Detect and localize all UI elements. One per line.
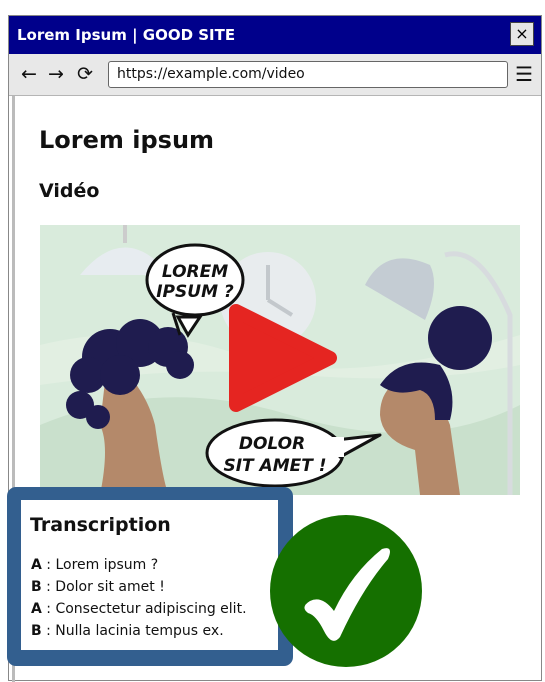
speaker-separator: :: [41, 579, 56, 595]
page-title: Lorem ipsum: [39, 126, 215, 154]
menu-button[interactable]: ☰: [515, 62, 533, 86]
transcription-line: A : Lorem ipsum ?: [31, 554, 247, 576]
reload-button[interactable]: ⟳: [77, 63, 93, 85]
back-button[interactable]: ←: [21, 63, 37, 85]
speaker-separator: :: [41, 601, 56, 617]
video-player[interactable]: LOREM IPSUM ? DOLOR SIT AMET !: [40, 225, 520, 495]
transcription-line: B : Nulla lacinia tempus ex.: [31, 620, 247, 642]
speaker-label: A: [31, 557, 42, 573]
transcription-box: Transcription A : Lorem ipsum ? B : Dolo…: [21, 500, 278, 650]
transcription-line: A : Consectetur adipiscing elit.: [31, 598, 247, 620]
video-thumbnail: LOREM IPSUM ? DOLOR SIT AMET !: [40, 225, 520, 495]
close-button[interactable]: ×: [510, 22, 534, 46]
speech-bubble-1-line-1: LOREM: [162, 262, 228, 282]
speaker-label: B: [31, 579, 42, 595]
section-title: Vidéo: [39, 180, 100, 202]
window-titlebar: Lorem Ipsum | GOOD SITE ×: [9, 16, 541, 54]
window-title: Lorem Ipsum | GOOD SITE: [17, 26, 236, 44]
transcription-panel: Transcription A : Lorem ipsum ? B : Dolo…: [7, 487, 293, 666]
speech-bubble-2-line-1: DOLOR: [239, 434, 305, 454]
speaker-label: A: [31, 601, 42, 617]
transcription-line: B : Dolor sit amet !: [31, 576, 247, 598]
address-bar[interactable]: https://example.com/video: [108, 61, 508, 88]
transcription-list: A : Lorem ipsum ? B : Dolor sit amet ! A…: [31, 554, 247, 642]
transcription-title: Transcription: [30, 514, 171, 536]
speech-bubble-1-line-2: IPSUM ?: [156, 282, 234, 302]
transcription-text: Dolor sit amet !: [55, 579, 165, 595]
speech-bubble-2-line-2: SIT AMET !: [223, 456, 326, 476]
transcription-text: Consectetur adipiscing elit.: [55, 601, 247, 617]
transcription-text: Nulla lacinia tempus ex.: [55, 623, 224, 639]
browser-toolbar: ← → ⟳ https://example.com/video ☰: [9, 54, 541, 96]
checkmark-icon: [270, 515, 422, 667]
transcription-text: Lorem ipsum ?: [55, 557, 159, 573]
speaker-label: B: [31, 623, 42, 639]
speaker-separator: :: [41, 557, 56, 573]
speaker-separator: :: [41, 623, 56, 639]
forward-button[interactable]: →: [48, 63, 64, 85]
